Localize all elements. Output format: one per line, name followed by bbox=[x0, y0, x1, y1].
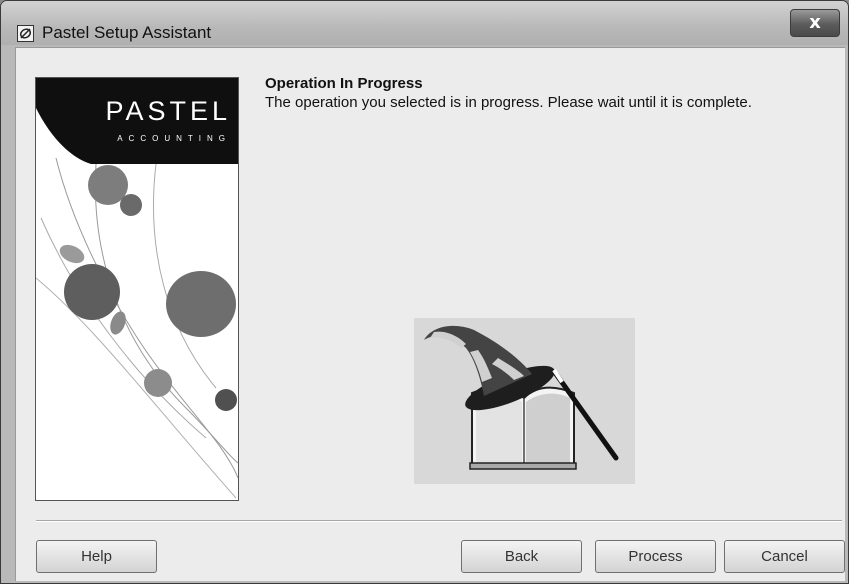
cancel-button[interactable]: Cancel bbox=[724, 540, 845, 573]
dialog-client-area: PASTEL ACCOUNTING Operation In Progress … bbox=[15, 47, 845, 581]
close-icon: x bbox=[809, 12, 821, 33]
app-icon bbox=[17, 25, 34, 42]
process-button[interactable]: Process bbox=[595, 540, 716, 573]
operation-description: The operation you selected is in progres… bbox=[265, 94, 752, 111]
brand-tagline: ACCOUNTING bbox=[117, 134, 231, 143]
setup-assistant-window: Pastel Setup Assistant x PASTEL ACCOUNTI… bbox=[0, 0, 849, 584]
back-button[interactable]: Back bbox=[461, 540, 582, 573]
close-button[interactable]: x bbox=[790, 9, 840, 37]
operation-heading: Operation In Progress bbox=[265, 75, 423, 92]
help-button[interactable]: Help bbox=[36, 540, 157, 573]
brand-side-panel: PASTEL ACCOUNTING bbox=[35, 77, 239, 501]
window-title: Pastel Setup Assistant bbox=[42, 23, 212, 42]
brand-artwork: PASTEL ACCOUNTING bbox=[36, 78, 238, 499]
wizard-hat-book-icon bbox=[414, 318, 635, 484]
brand-name: PASTEL bbox=[105, 96, 231, 126]
title-bar[interactable]: Pastel Setup Assistant x bbox=[1, 1, 848, 45]
footer-divider bbox=[36, 520, 842, 522]
